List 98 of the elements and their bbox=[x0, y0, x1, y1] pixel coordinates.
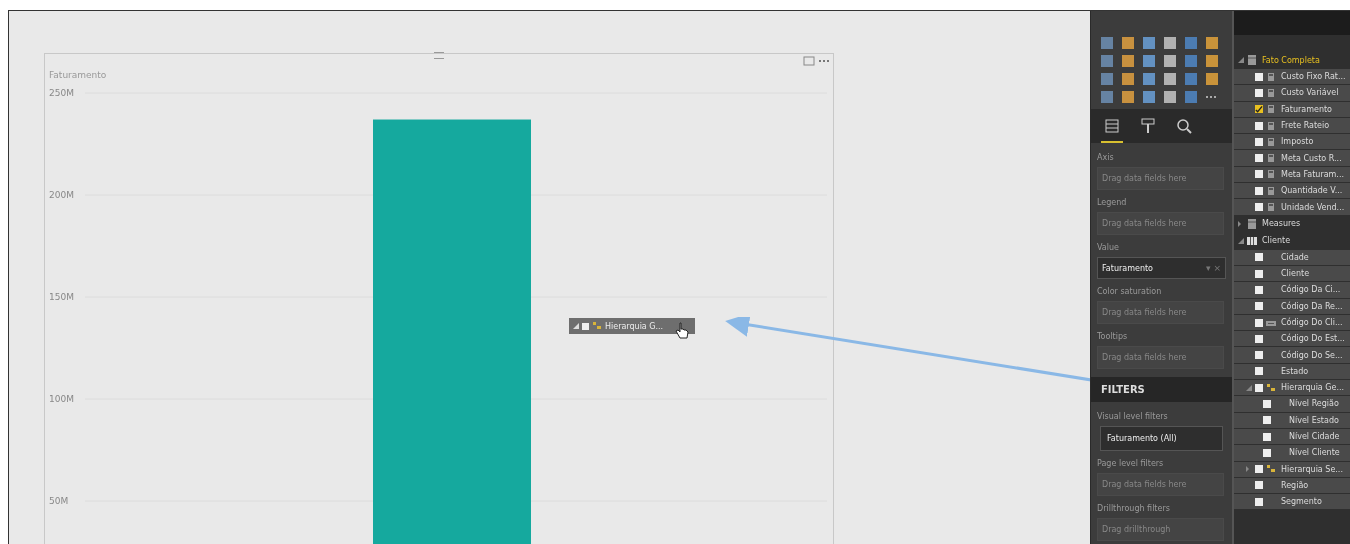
checkbox[interactable] bbox=[1255, 302, 1263, 311]
field-item[interactable]: Código Do Est... bbox=[1234, 331, 1350, 347]
field-item[interactable]: Custo Variável bbox=[1234, 85, 1350, 101]
field-item[interactable]: Cliente bbox=[1234, 265, 1350, 282]
hand-cursor-icon bbox=[675, 322, 690, 340]
field-item[interactable]: Código Da Ci... bbox=[1234, 282, 1350, 298]
field-item[interactable]: Meta Faturam... bbox=[1234, 166, 1350, 183]
chart-title: Faturamento bbox=[49, 70, 107, 81]
field-item[interactable]: Faturamento bbox=[1234, 101, 1350, 117]
checkbox[interactable] bbox=[1255, 154, 1263, 163]
checkbox[interactable] bbox=[1255, 121, 1263, 130]
checkbox[interactable] bbox=[1255, 351, 1263, 360]
paint-roller-icon bbox=[1139, 117, 1157, 135]
checkbox[interactable] bbox=[1255, 367, 1263, 376]
field-item[interactable]: Estado bbox=[1234, 363, 1350, 380]
field-item[interactable]: Frete Rateio bbox=[1234, 117, 1350, 134]
calculator-icon bbox=[1266, 87, 1276, 98]
checkbox[interactable] bbox=[1263, 400, 1271, 408]
drag-handle-icon[interactable] bbox=[434, 52, 444, 59]
checkbox[interactable] bbox=[1255, 253, 1263, 262]
checkbox[interactable] bbox=[1255, 88, 1263, 97]
checkbox[interactable] bbox=[1255, 318, 1263, 327]
checkbox[interactable] bbox=[582, 322, 589, 330]
hierarchy-icon bbox=[592, 321, 602, 331]
section-header: FILTERS bbox=[1091, 377, 1232, 402]
field-item[interactable]: Custo Fixo Rat... bbox=[1234, 69, 1350, 85]
calculator-icon bbox=[1266, 153, 1276, 164]
well-label: Color saturation bbox=[1096, 286, 1163, 298]
filter-label: Visual level filters bbox=[1096, 411, 1169, 423]
filter-label: Page level filters bbox=[1096, 458, 1165, 470]
y-axis-label: 50M bbox=[49, 496, 69, 506]
table-header[interactable]: Fato Completa bbox=[1234, 52, 1350, 68]
expand-arrow-icon[interactable] bbox=[1238, 237, 1244, 244]
checkbox[interactable] bbox=[1255, 334, 1263, 343]
expand-arrow-icon[interactable] bbox=[1246, 384, 1252, 391]
checkbox[interactable] bbox=[1255, 383, 1263, 392]
checkbox[interactable] bbox=[1255, 170, 1263, 179]
field-name: Faturamento (All) bbox=[1107, 434, 1178, 443]
focus-mode-icon[interactable] bbox=[803, 56, 815, 66]
well-label: Axis bbox=[1096, 152, 1115, 164]
checkbox[interactable] bbox=[1255, 105, 1263, 114]
checkbox[interactable] bbox=[1263, 416, 1271, 425]
calculator-icon bbox=[1266, 104, 1276, 115]
calculator-icon bbox=[1266, 169, 1276, 180]
expand-arrow-icon[interactable] bbox=[1238, 57, 1244, 63]
table-header[interactable]: Measures bbox=[1234, 215, 1350, 232]
table-icon bbox=[1247, 218, 1257, 229]
tab[interactable] bbox=[1101, 117, 1123, 143]
field-name: Faturamento bbox=[1102, 263, 1154, 273]
y-axis-label: 100M bbox=[49, 394, 74, 404]
checkbox[interactable] bbox=[1255, 465, 1263, 474]
field-item[interactable]: Unidade Vend... bbox=[1234, 199, 1350, 215]
magnifier-icon bbox=[1175, 117, 1193, 135]
calculator-icon bbox=[1266, 185, 1276, 196]
field-item[interactable]: Cidade bbox=[1234, 249, 1350, 265]
calculator-icon bbox=[1266, 202, 1276, 212]
checkbox[interactable] bbox=[1255, 269, 1263, 278]
field-item[interactable]: Hierarquia Se... bbox=[1234, 461, 1350, 477]
field-item[interactable]: Código Do Se... bbox=[1234, 347, 1350, 363]
checkbox[interactable] bbox=[1255, 497, 1263, 506]
hierarchy-icon bbox=[1266, 382, 1276, 393]
checkbox[interactable] bbox=[1263, 448, 1271, 457]
field-well[interactable]: Faturamento (All) bbox=[1100, 426, 1223, 451]
well-label: Tooltips bbox=[1096, 331, 1129, 343]
field-item[interactable]: Nível Região bbox=[1234, 396, 1350, 412]
calculator-icon bbox=[1266, 136, 1276, 147]
field-item[interactable]: Imposto bbox=[1234, 134, 1350, 150]
field-item[interactable]: Meta Custo R... bbox=[1234, 150, 1350, 166]
y-axis-label: 150M bbox=[49, 292, 74, 302]
field-item[interactable]: Nível Estado bbox=[1234, 412, 1350, 428]
hierarchy-icon bbox=[1266, 464, 1276, 475]
table-icon bbox=[1247, 55, 1257, 65]
field-item[interactable]: Código Da Re... bbox=[1234, 298, 1350, 314]
y-axis-label: 200M bbox=[49, 190, 74, 200]
checkbox[interactable] bbox=[1255, 285, 1263, 294]
y-axis-label: 250M bbox=[49, 88, 74, 98]
fields-icon bbox=[1103, 117, 1121, 135]
field-item[interactable]: Código Do Cli... bbox=[1234, 314, 1350, 331]
field-item[interactable]: Nível Cliente bbox=[1234, 445, 1350, 461]
expand-arrow-icon bbox=[573, 323, 579, 329]
field-item[interactable]: Hierarquia Ge... bbox=[1234, 380, 1350, 396]
well-label: Value bbox=[1096, 242, 1120, 254]
calculator-icon bbox=[1266, 71, 1276, 82]
checkbox[interactable] bbox=[1255, 186, 1263, 195]
field-item[interactable]: Segmento bbox=[1234, 494, 1350, 510]
checkbox[interactable] bbox=[1263, 432, 1271, 441]
filter-label: Drillthrough filters bbox=[1096, 503, 1171, 515]
field-item[interactable]: Região bbox=[1234, 477, 1350, 494]
table-header[interactable]: Cliente bbox=[1234, 232, 1350, 249]
well-label: Legend bbox=[1096, 197, 1128, 209]
field-item[interactable]: Nível Cidade bbox=[1234, 428, 1350, 445]
field-item[interactable]: Quantidade V... bbox=[1234, 183, 1350, 199]
checkbox[interactable] bbox=[1255, 481, 1263, 490]
calculator-icon bbox=[1266, 120, 1276, 131]
table-icon bbox=[1247, 235, 1257, 246]
checkbox[interactable] bbox=[1255, 72, 1263, 81]
checkbox[interactable] bbox=[1255, 203, 1263, 211]
checkbox[interactable] bbox=[1255, 137, 1263, 146]
